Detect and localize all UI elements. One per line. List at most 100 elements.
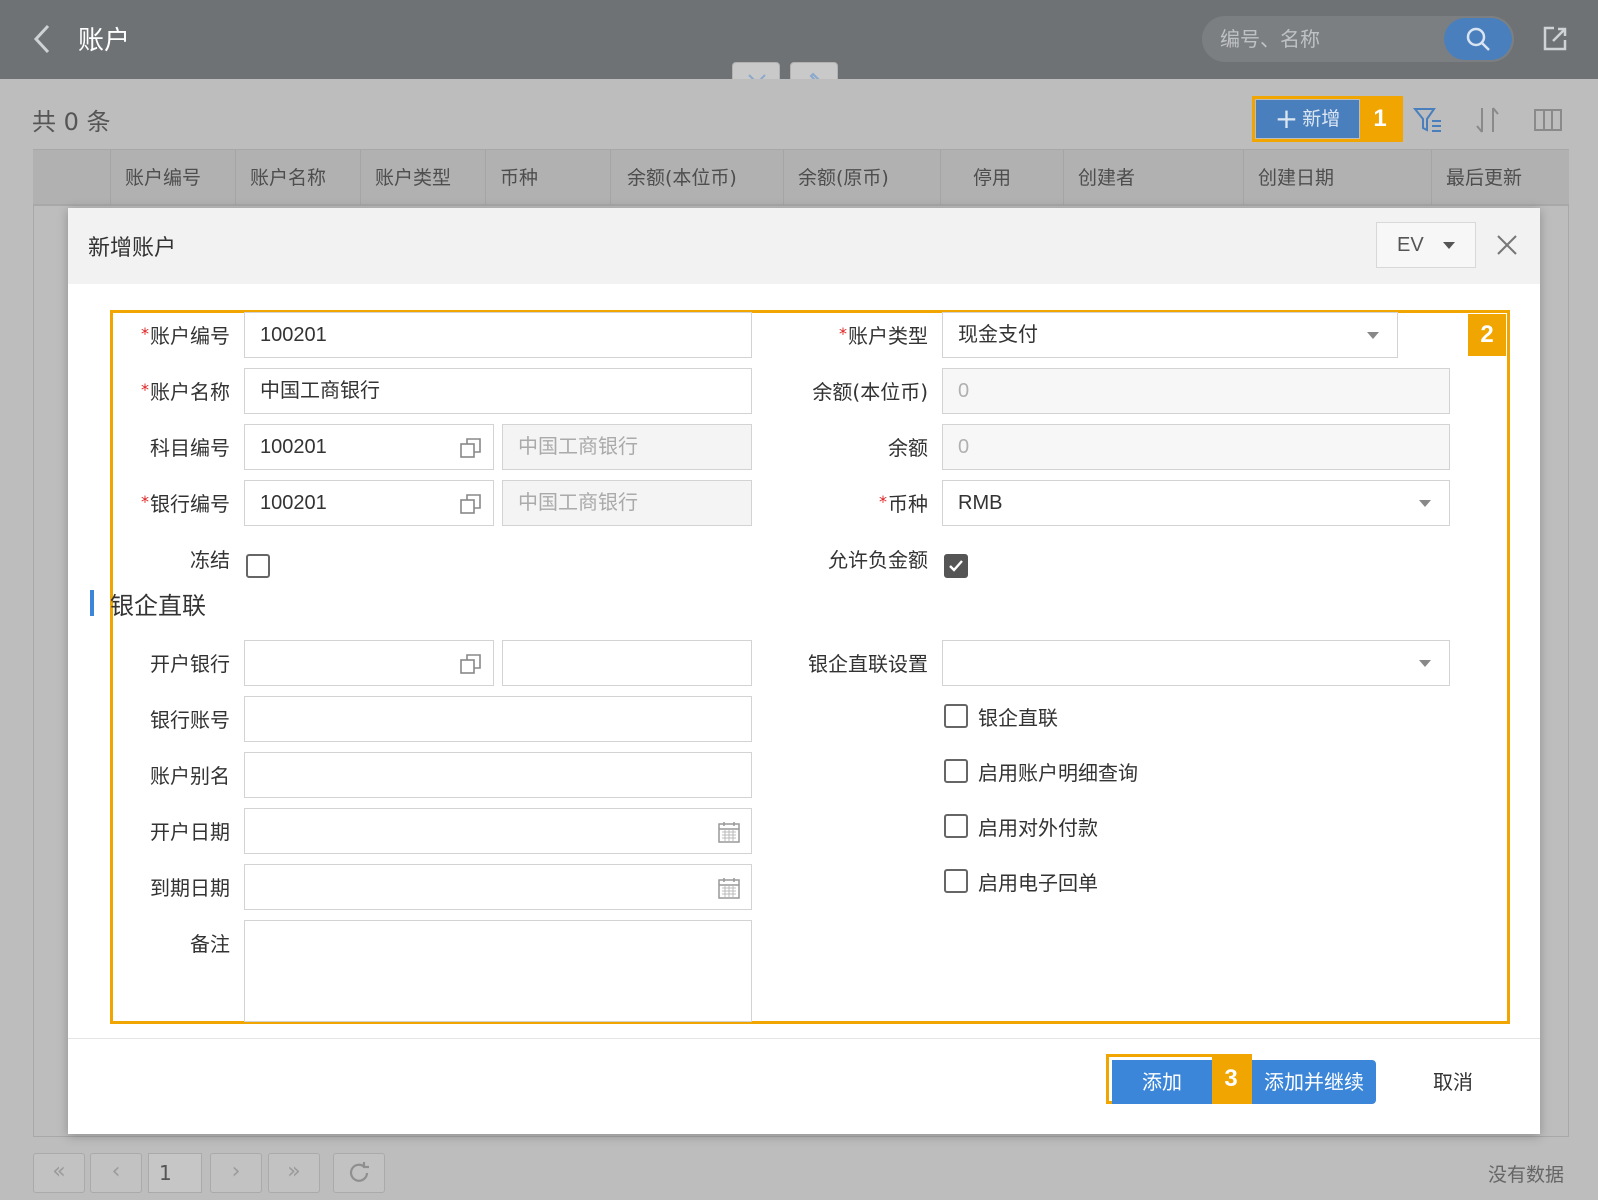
callout-badge-3: 3 [1212,1056,1250,1102]
account-type-select[interactable]: 现金支付 [942,312,1398,358]
bank-account-input[interactable] [244,696,752,742]
first-page-button[interactable]: « [33,1153,85,1193]
next-page-button[interactable]: › [210,1153,262,1193]
direct-setting-label: 银企直联设置 [808,652,928,676]
required-mark: * [879,492,887,511]
option-label: 银企直联 [978,706,1058,730]
section-marker [90,590,94,616]
bank-no-label: *银行编号 [141,492,230,516]
search-icon [1466,27,1490,51]
dialog-title: 新增账户 [88,236,177,261]
close-icon[interactable] [1496,234,1518,256]
add-account-dialog: 新增账户 EV 2 *账户编号 100201 *账户名称 中国工商银行 科目编号… [68,208,1540,1134]
last-page-button[interactable]: » [268,1153,320,1193]
option-label: 启用对外付款 [978,816,1098,840]
export-icon[interactable] [1540,24,1570,54]
open-date-input[interactable] [244,808,752,854]
required-mark: * [141,380,149,399]
dialog-header: 新增账户 EV [68,208,1540,284]
column-header[interactable]: 停用 [940,150,1011,206]
frozen-label: 冻结 [190,548,230,572]
footer-divider [68,1038,1540,1039]
currency-label: *币种 [879,492,928,516]
column-header[interactable]: 账户类型 [360,150,451,206]
pagination-status: 没有数据 [1488,1164,1565,1186]
account-type-label: *账户类型 [839,324,928,348]
page-title: 账户 [78,26,131,56]
calendar-icon[interactable] [717,876,741,900]
calendar-icon[interactable] [717,820,741,844]
option-checkbox-external-payment[interactable] [944,814,968,838]
open-bank-label: 开户银行 [150,652,230,676]
account-alias-input[interactable] [244,752,752,798]
column-header[interactable]: 账户编号 [110,150,201,206]
allow-negative-checkbox[interactable] [944,554,968,578]
remark-textarea[interactable] [244,920,752,1022]
refresh-icon [349,1162,369,1182]
account-no-label: *账户编号 [141,324,230,348]
plus-icon: + [1274,102,1299,135]
balance-base-label: 余额(本位币) [812,380,928,404]
lookup-icon[interactable] [459,652,483,676]
cancel-button[interactable]: 取消 [1418,1060,1488,1104]
column-header[interactable]: 创建日期 [1243,150,1334,206]
subject-no-input[interactable]: 100201 [244,424,494,470]
prev-page-button[interactable]: ‹ [90,1153,142,1193]
column-header[interactable]: 余额(本位币) [610,150,737,206]
allow-negative-label: 允许负金额 [828,548,928,572]
column-header[interactable]: 最后更新 [1431,150,1522,206]
subject-name-display: 中国工商银行 [502,424,752,470]
checkmark-icon [949,560,963,572]
balance-base-display: 0 [942,368,1450,414]
callout-badge-1: 1 [1360,98,1400,140]
caret-down-icon [1419,660,1431,667]
column-header[interactable]: 创建者 [1063,150,1135,206]
language-select[interactable]: EV [1376,222,1476,268]
account-no-input[interactable]: 100201 [244,312,752,358]
bank-no-input[interactable]: 100201 [244,480,494,526]
filter-icon[interactable] [1412,104,1444,136]
currency-select[interactable]: RMB [942,480,1450,526]
frozen-checkbox[interactable] [246,554,270,578]
open-bank-input[interactable] [244,640,494,686]
option-checkbox-detail-query[interactable] [944,759,968,783]
expire-date-input[interactable] [244,864,752,910]
required-mark: * [141,324,149,343]
direct-setting-select[interactable] [942,640,1450,686]
expire-date-label: 到期日期 [150,876,230,900]
balance-display: 0 [942,424,1450,470]
caret-down-icon [1443,242,1455,249]
search-input[interactable] [1220,16,1420,62]
column-header[interactable]: 账户名称 [235,150,326,206]
caret-down-icon [1419,500,1431,507]
add-and-continue-button[interactable]: 添加并继续 [1252,1060,1376,1104]
bank-account-label: 银行账号 [150,708,230,732]
remark-label: 备注 [190,932,230,956]
grid-header: 账户编号 账户名称 账户类型 币种 余额(本位币) 余额(原币) 停用 创建者 … [33,149,1569,206]
option-checkbox-direct[interactable] [944,704,968,728]
required-mark: * [141,492,149,511]
record-count: 共 0 条 [32,108,111,136]
page-number-input[interactable]: 1 [148,1153,202,1193]
open-date-label: 开户日期 [150,820,230,844]
account-name-label: *账户名称 [141,380,230,404]
back-arrow-icon[interactable] [28,22,58,56]
required-mark: * [839,324,847,343]
account-alias-label: 账户别名 [150,764,230,788]
lookup-icon[interactable] [459,436,483,460]
add-button[interactable]: 添加 [1112,1060,1212,1104]
sort-icon[interactable] [1472,104,1504,136]
columns-icon[interactable] [1532,104,1564,136]
column-header[interactable]: 币种 [485,150,538,206]
section-title: 银企直联 [110,592,206,620]
option-label: 启用电子回单 [978,871,1098,895]
lookup-icon[interactable] [459,492,483,516]
callout-badge-2: 2 [1468,314,1506,356]
account-name-input[interactable]: 中国工商银行 [244,368,752,414]
search-button[interactable] [1444,18,1512,60]
option-checkbox-e-receipt[interactable] [944,869,968,893]
add-new-button[interactable]: + 新增 [1256,100,1359,138]
subject-no-label: 科目编号 [150,436,230,460]
refresh-button[interactable] [333,1153,385,1193]
column-header[interactable]: 余额(原币) [783,150,889,206]
